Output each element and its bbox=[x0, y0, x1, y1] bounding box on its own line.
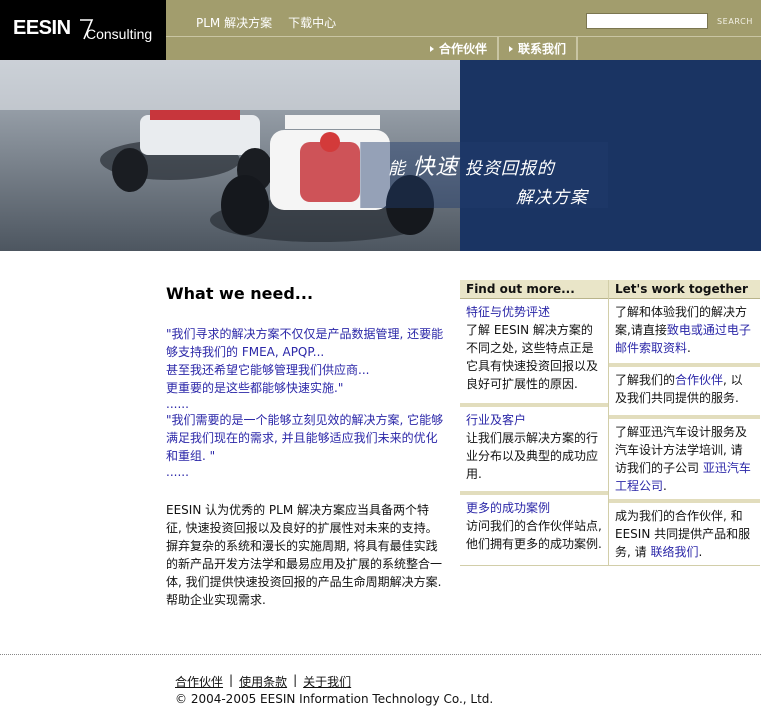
work-cell-partners: 了解我们的合作伙伴, 以及我们共同提供的服务. bbox=[609, 367, 760, 415]
subnav-partners[interactable]: 合作伙伴 bbox=[420, 37, 500, 60]
quote-1: "我们寻求的解决方案不仅仅是产品数据管理, 还要能够支持我们的 FMEA, AP… bbox=[166, 327, 444, 359]
find-item-cases: 更多的成功案例 访问我们的合作伙伴站点, 他们拥有更多的成功案例. bbox=[460, 495, 608, 553]
logo-sub-text: Consulting bbox=[86, 26, 153, 42]
logo[interactable]: EESIN Consulting bbox=[0, 0, 166, 60]
hero-text-a: 能 bbox=[388, 159, 406, 179]
arrow-right-icon bbox=[509, 45, 514, 52]
hero-slogan-line1: 能 快速 投资回报的 bbox=[388, 149, 555, 181]
link-more-cases[interactable]: 更多的成功案例 bbox=[466, 501, 550, 515]
footer-link-terms[interactable]: 使用条款 bbox=[239, 673, 287, 690]
find-item-features-text: 了解 EESIN 解决方案的不同之处, 这些特点正是它具有快速投资回报以及良好可… bbox=[466, 323, 599, 391]
quote-3: 更重要的是这些都能够快速实施." bbox=[166, 381, 344, 395]
search-button[interactable]: SEARCH bbox=[717, 17, 753, 26]
find-out-more-heading: Find out more... bbox=[460, 280, 608, 299]
nav-download-center[interactable]: 下载中心 bbox=[288, 14, 336, 31]
footer-links: 合作伙伴 | 使用条款 | 关于我们 bbox=[175, 673, 351, 690]
ellipsis-2: ...... bbox=[166, 465, 189, 479]
sidebar-bottom-border bbox=[460, 565, 760, 566]
hero-slogan-line2: 解决方案 bbox=[516, 188, 588, 208]
work-cell-become-partner: 成为我们的合作伙伴, 和 EESIN 共同提供产品和服务, 请 联络我们. bbox=[609, 503, 760, 561]
subnav-contact-label: 联系我们 bbox=[518, 41, 567, 56]
paragraph-2: 摒弃复杂的系统和漫长的实施周期, 将具有最佳实践的新产品开发方法学和最易应用及扩… bbox=[166, 539, 443, 607]
find-item-cases-text: 访问我们的合作伙伴站点, 他们拥有更多的成功案例. bbox=[466, 519, 602, 551]
find-item-industry-text: 让我们展示解决方案的行业分布以及典型的成功应用. bbox=[466, 431, 599, 481]
search-input[interactable] bbox=[586, 13, 708, 29]
work-cell-2-text: 了解我们的 bbox=[615, 373, 676, 387]
page-title: What we need... bbox=[166, 284, 314, 303]
top-nav: PLM 解决方案 下载中心 bbox=[196, 14, 336, 31]
sub-nav: 合作伙伴 联系我们 bbox=[420, 37, 579, 60]
footer-sep: | bbox=[229, 673, 234, 687]
link-industry-customers[interactable]: 行业及客户 bbox=[466, 413, 526, 427]
footer-link-about[interactable]: 关于我们 bbox=[303, 673, 351, 690]
link-contact-us[interactable]: 联络我们 bbox=[650, 545, 698, 559]
paragraph-1: EESIN 认为优秀的 PLM 解决方案应当具备两个特征, 快速投资回报以及良好… bbox=[166, 503, 438, 535]
work-cell-experience: 了解和体验我们的解决方案,请直接致电或通过电子邮件索取资料. bbox=[609, 299, 760, 363]
copyright: © 2004-2005 EESIN Information Technology… bbox=[175, 692, 494, 706]
find-item-industry: 行业及客户 让我们展示解决方案的行业分布以及典型的成功应用. bbox=[460, 407, 608, 491]
work-together-heading: Let's work together bbox=[609, 280, 760, 299]
find-out-more-panel: Find out more... 特征与优势评述 了解 EESIN 解决方案的不… bbox=[460, 280, 608, 553]
work-together-panel: Let's work together 了解和体验我们的解决方案,请直接致电或通… bbox=[609, 280, 760, 561]
work-cell-1-end: . bbox=[687, 341, 691, 355]
logo-main-text: EESIN bbox=[13, 17, 71, 39]
work-cell-subsidiary: 了解亚迅汽车设计服务及汽车设计方法学培训, 请访我们的子公司 亚迅汽车工程公司. bbox=[609, 419, 760, 499]
hero-text-b: 快速 bbox=[412, 155, 459, 180]
find-item-features: 特征与优势评述 了解 EESIN 解决方案的不同之处, 这些特点正是它具有快速投… bbox=[460, 299, 608, 403]
hero-text-c: 投资回报的 bbox=[464, 159, 555, 179]
ellipsis-1: ...... bbox=[166, 397, 189, 411]
link-partners[interactable]: 合作伙伴 bbox=[675, 373, 723, 387]
hero-banner: 能 快速 投资回报的 解决方案 bbox=[0, 60, 761, 251]
link-features-review[interactable]: 特征与优势评述 bbox=[466, 305, 550, 319]
main-content: What we need... "我们寻求的解决方案不仅仅是产品数据管理, 还要… bbox=[166, 284, 444, 609]
nav-plm-solutions[interactable]: PLM 解决方案 bbox=[196, 14, 272, 31]
subnav-contact[interactable]: 联系我们 bbox=[499, 37, 579, 60]
quote-4: "我们需要的是一个能够立刻见效的解决方案, 它能够满足我们现在的需求, 并且能够… bbox=[166, 413, 444, 463]
arrow-right-icon bbox=[430, 45, 434, 52]
subnav-partners-label: 合作伙伴 bbox=[439, 41, 488, 56]
quote-2: 甚至我还希望它能够管理我们供应商... bbox=[166, 363, 370, 377]
work-cell-3-end: . bbox=[663, 479, 667, 493]
footer-link-partners[interactable]: 合作伙伴 bbox=[175, 673, 223, 690]
footer-divider bbox=[0, 654, 761, 655]
footer-sep: | bbox=[293, 673, 298, 687]
work-cell-4-end: . bbox=[698, 545, 703, 559]
